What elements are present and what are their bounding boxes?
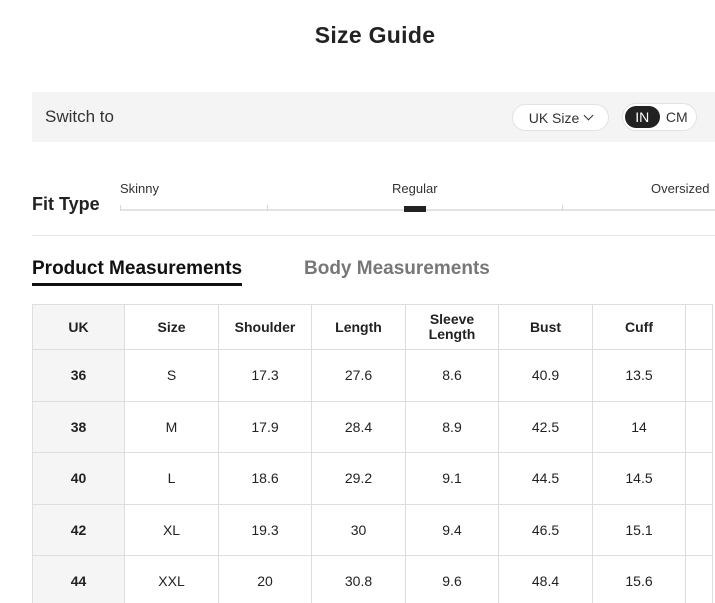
table-cell: 20 <box>218 555 312 603</box>
size-table: UK Size Shoulder Length Sleeve Length Bu… <box>32 304 713 603</box>
table-cell: M <box>124 400 219 453</box>
unit-option-in[interactable]: IN <box>625 106 660 128</box>
table-cell <box>685 349 713 402</box>
fit-tick <box>120 205 121 211</box>
column-header: Length <box>311 304 406 350</box>
table-cell <box>685 555 713 603</box>
table-cell: 42.5 <box>498 400 593 453</box>
divider <box>32 235 715 236</box>
table-cell: 13.5 <box>592 349 686 402</box>
table-cell: 15.6 <box>592 555 686 603</box>
fit-option-skinny[interactable]: Skinny <box>120 181 159 196</box>
table-cell: L <box>124 452 219 505</box>
table-row: 44 XXL 20 30.8 9.6 48.4 15.6 <box>32 555 713 603</box>
table-cell: 8.9 <box>405 400 499 453</box>
table-cell: 36 <box>32 349 125 402</box>
fit-option-regular[interactable]: Regular <box>392 181 438 196</box>
table-cell: 17.9 <box>218 400 312 453</box>
table-row: 38 M 17.9 28.4 8.9 42.5 14 <box>32 400 713 453</box>
fit-type-marker <box>404 206 426 212</box>
column-header: Cuff <box>592 304 686 350</box>
table-cell: 40.9 <box>498 349 593 402</box>
table-cell: 30.8 <box>311 555 406 603</box>
table-row: 36 S 17.3 27.6 8.6 40.9 13.5 <box>32 349 713 402</box>
size-system-dropdown[interactable]: UK Size <box>512 104 609 131</box>
column-header: Size <box>124 304 219 350</box>
table-cell <box>685 400 713 453</box>
table-cell: XXL <box>124 555 219 603</box>
table-cell: 19.3 <box>218 503 312 556</box>
column-header: Sleeve Length <box>405 304 499 350</box>
table-cell: 18.6 <box>218 452 312 505</box>
unit-toggle[interactable]: IN CM <box>622 103 697 131</box>
column-header <box>685 304 713 350</box>
table-cell: 17.3 <box>218 349 312 402</box>
chevron-down-icon <box>583 110 594 121</box>
table-cell: 42 <box>32 503 125 556</box>
switch-label: Switch to <box>45 107 114 126</box>
table-cell: 14 <box>592 400 686 453</box>
column-header: Bust <box>498 304 593 350</box>
table-cell <box>685 503 713 556</box>
switch-bar: Switch to UK Size IN CM <box>32 92 715 142</box>
table-cell: 28.4 <box>311 400 406 453</box>
table-cell: 14.5 <box>592 452 686 505</box>
table-cell: S <box>124 349 219 402</box>
table-cell: 15.1 <box>592 503 686 556</box>
column-header: Shoulder <box>218 304 312 350</box>
table-cell: 38 <box>32 400 125 453</box>
table-cell: 29.2 <box>311 452 406 505</box>
tab-body-measurements[interactable]: Body Measurements <box>304 258 490 280</box>
table-header-row: UK Size Shoulder Length Sleeve Length Bu… <box>32 304 713 350</box>
table-cell: 8.6 <box>405 349 499 402</box>
fit-option-oversized[interactable]: Oversized <box>651 181 710 196</box>
tab-product-measurements[interactable]: Product Measurements <box>32 258 243 286</box>
table-cell <box>685 452 713 505</box>
size-guide-page: Size Guide Switch to UK Size IN CM Fit T… <box>0 0 715 603</box>
table-row: 40 L 18.6 29.2 9.1 44.5 14.5 <box>32 452 713 505</box>
fit-tick <box>562 205 563 211</box>
table-cell: 40 <box>32 452 125 505</box>
table-cell: 9.6 <box>405 555 499 603</box>
page-title: Size Guide <box>314 22 436 48</box>
table-cell: 9.4 <box>405 503 499 556</box>
unit-option-cm[interactable]: CM <box>660 106 695 128</box>
table-cell: XL <box>124 503 219 556</box>
table-cell: 44.5 <box>498 452 593 505</box>
table-cell: 9.1 <box>405 452 499 505</box>
table-cell: 27.6 <box>311 349 406 402</box>
column-header: UK <box>32 304 125 350</box>
fit-tick <box>267 205 268 211</box>
table-row: 42 XL 19.3 30 9.4 46.5 15.1 <box>32 503 713 556</box>
size-system-value: UK Size <box>528 109 580 126</box>
fit-type-label: Fit Type <box>32 194 100 214</box>
table-cell: 30 <box>311 503 406 556</box>
table-cell: 44 <box>32 555 125 603</box>
table-cell: 46.5 <box>498 503 593 556</box>
table-cell: 48.4 <box>498 555 593 603</box>
